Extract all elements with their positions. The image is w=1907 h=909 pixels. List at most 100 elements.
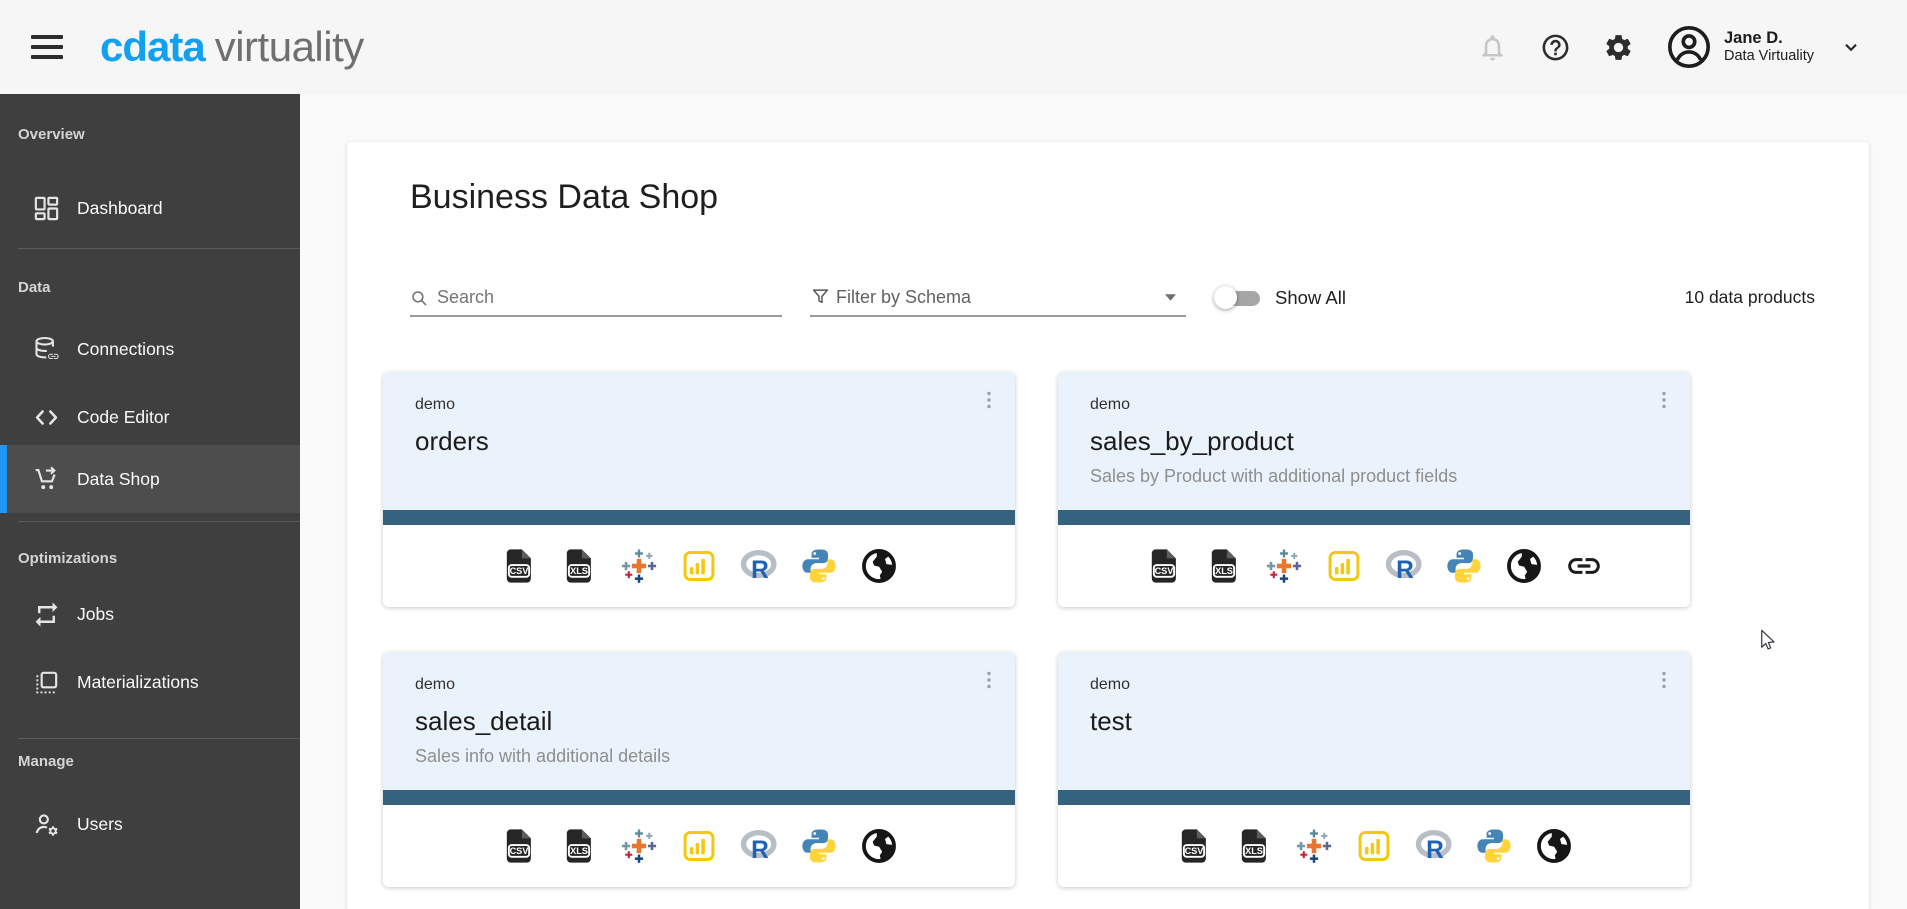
card-export-row: [1058, 525, 1690, 607]
csv-export-icon[interactable]: [500, 547, 538, 585]
card-accent-bar: [1058, 510, 1690, 525]
python-export-icon[interactable]: [1445, 547, 1483, 585]
main-panel: Business Data Shop Filter by Schema Show: [347, 142, 1869, 909]
card-accent-bar: [383, 510, 1015, 525]
data-product-card-sales-detail[interactable]: demo sales_detail Sales info with additi…: [383, 652, 1015, 887]
tableau-export-icon[interactable]: [620, 827, 658, 865]
search-field[interactable]: [410, 279, 782, 317]
users-icon: [32, 810, 61, 839]
data-product-card-test[interactable]: demo test: [1058, 652, 1690, 887]
card-accent-bar: [383, 790, 1015, 805]
toggle-thumb[interactable]: [1214, 286, 1237, 309]
products-count: 10 data products: [1685, 287, 1815, 308]
settings-gear-icon[interactable]: [1603, 32, 1634, 63]
sidebar-item-jobs[interactable]: Jobs: [0, 586, 300, 642]
card-description: Sales info with additional details: [415, 746, 965, 767]
sidebar-item-label: Data Shop: [77, 469, 160, 490]
card-header: demo sales_by_product Sales by Product w…: [1058, 372, 1690, 510]
sidebar-item-connections[interactable]: Connections: [0, 321, 300, 377]
sidebar-section-data: Data: [0, 279, 300, 297]
user-info: Jane D. Data Virtuality: [1724, 29, 1814, 66]
csv-export-icon[interactable]: [500, 827, 538, 865]
kebab-menu-icon[interactable]: [1652, 388, 1676, 412]
card-export-row: [383, 805, 1015, 887]
web-export-icon[interactable]: [860, 827, 898, 865]
link-export-icon[interactable]: [1565, 547, 1603, 585]
xls-export-icon[interactable]: [1235, 827, 1273, 865]
python-export-icon[interactable]: [1475, 827, 1513, 865]
card-header: demo sales_detail Sales info with additi…: [383, 652, 1015, 790]
powerbi-export-icon[interactable]: [1355, 827, 1393, 865]
powerbi-export-icon[interactable]: [680, 547, 718, 585]
powerbi-export-icon[interactable]: [1325, 547, 1363, 585]
r-export-icon[interactable]: [1415, 827, 1453, 865]
card-title: orders: [415, 426, 965, 457]
connections-icon: [32, 335, 61, 364]
app-header: cdata virtuality Jane D. Data Virtuality: [0, 0, 1907, 94]
r-export-icon[interactable]: [1385, 547, 1423, 585]
kebab-menu-icon[interactable]: [977, 388, 1001, 412]
sidebar-divider: [18, 248, 300, 249]
sidebar-divider: [18, 521, 300, 522]
chevron-down-icon[interactable]: [1840, 36, 1862, 58]
sidebar-item-label: Materializations: [77, 672, 199, 693]
user-menu[interactable]: Jane D. Data Virtuality: [1666, 24, 1862, 70]
card-schema: demo: [1090, 676, 1640, 694]
sidebar-section-optimizations: Optimizations: [0, 550, 300, 568]
csv-export-icon[interactable]: [1145, 547, 1183, 585]
controls-bar: Filter by Schema Show All 10 data produc…: [410, 277, 1815, 317]
web-export-icon[interactable]: [1505, 547, 1543, 585]
python-export-icon[interactable]: [800, 827, 838, 865]
show-all-label: Show All: [1275, 287, 1346, 309]
sidebar-item-label: Connections: [77, 339, 174, 360]
data-product-card-orders[interactable]: demo orders: [383, 372, 1015, 607]
sidebar-item-dashboard[interactable]: Dashboard: [0, 180, 300, 236]
sidebar-item-label: Jobs: [77, 604, 114, 625]
header-actions: Jane D. Data Virtuality: [1477, 24, 1862, 70]
card-export-row: [383, 525, 1015, 607]
materializations-icon: [32, 668, 61, 697]
sidebar-section-manage: Manage: [0, 753, 300, 771]
card-export-row: [1058, 805, 1690, 887]
python-export-icon[interactable]: [800, 547, 838, 585]
help-icon[interactable]: [1540, 32, 1571, 63]
tableau-export-icon[interactable]: [1265, 547, 1303, 585]
dropdown-caret-icon[interactable]: [1165, 294, 1176, 301]
menu-icon[interactable]: [31, 35, 63, 59]
xls-export-icon[interactable]: [560, 547, 598, 585]
powerbi-export-icon[interactable]: [680, 827, 718, 865]
filter-icon: [812, 288, 829, 305]
web-export-icon[interactable]: [1535, 827, 1573, 865]
xls-export-icon[interactable]: [560, 827, 598, 865]
notifications-bell-icon[interactable]: [1477, 32, 1508, 63]
tableau-export-icon[interactable]: [1295, 827, 1333, 865]
sidebar-section-overview: Overview: [0, 126, 300, 144]
card-title: sales_by_product: [1090, 426, 1640, 457]
user-name: Jane D.: [1724, 29, 1814, 48]
schema-filter-dropdown[interactable]: Filter by Schema: [810, 279, 1186, 317]
web-export-icon[interactable]: [860, 547, 898, 585]
search-input[interactable]: [410, 287, 782, 308]
kebab-menu-icon[interactable]: [977, 668, 1001, 692]
sidebar-item-materializations[interactable]: Materializations: [0, 654, 300, 710]
data-shop-cart-icon: [32, 465, 61, 494]
sidebar-item-data-shop[interactable]: Data Shop: [0, 445, 300, 513]
r-export-icon[interactable]: [740, 827, 778, 865]
sidebar-item-label: Dashboard: [77, 198, 163, 219]
sidebar-item-code-editor[interactable]: Code Editor: [0, 389, 300, 445]
sidebar-item-users[interactable]: Users: [0, 796, 300, 852]
xls-export-icon[interactable]: [1205, 547, 1243, 585]
sidebar-item-label: Users: [77, 814, 123, 835]
tableau-export-icon[interactable]: [620, 547, 658, 585]
data-product-card-sales-by-product[interactable]: demo sales_by_product Sales by Product w…: [1058, 372, 1690, 607]
search-icon: [411, 290, 428, 307]
r-export-icon[interactable]: [740, 547, 778, 585]
card-schema: demo: [415, 396, 965, 414]
brand-logo: cdata virtuality: [100, 23, 364, 71]
jobs-icon: [32, 600, 61, 629]
card-description: Sales by Product with additional product…: [1090, 466, 1640, 487]
show-all-toggle[interactable]: [1214, 286, 1261, 310]
csv-export-icon[interactable]: [1175, 827, 1213, 865]
kebab-menu-icon[interactable]: [1652, 668, 1676, 692]
brand-logo-secondary: virtuality: [215, 23, 364, 71]
